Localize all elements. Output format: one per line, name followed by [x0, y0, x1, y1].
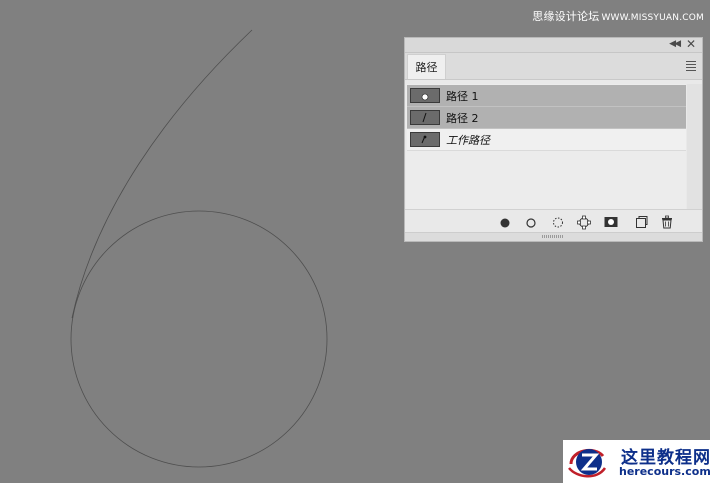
path-row-work[interactable]: 工作路径 [407, 129, 686, 151]
hollow-circle-icon [526, 218, 536, 228]
path-name: 路径 1 [446, 89, 479, 103]
filled-circle-icon [500, 218, 510, 228]
brand-logo-icon [568, 448, 607, 478]
add-mask-button[interactable] [603, 214, 619, 230]
grip-icon [542, 235, 564, 238]
brand-badge: 这里教程网 herecours.com [563, 440, 710, 483]
path-row-1[interactable]: 路径 1 [407, 85, 686, 107]
fill-path-button[interactable] [497, 214, 513, 230]
path-1-circle [70, 210, 328, 468]
brand-url: herecours.com [619, 465, 710, 478]
path-list[interactable]: 路径 1 路径 2 工作路径 [406, 84, 686, 209]
trash-icon [662, 215, 672, 229]
site-watermark: 思缘设计论坛 WWW.MISSYUAN.COM [532, 8, 704, 24]
panel-footer [405, 209, 702, 234]
load-as-selection-button[interactable] [550, 214, 566, 230]
watermark-url-text: WWW.MISSYUAN.COM [601, 13, 704, 23]
panel-resize-handle[interactable] [405, 232, 702, 241]
paths-panel: ◀◀ ✕ 路径 路径 1 路径 2 工作路径 [404, 37, 703, 242]
watermark-cn-text: 思缘设计论坛 [532, 10, 600, 23]
stroke-path-button[interactable] [523, 214, 539, 230]
double-chevron-left-icon[interactable]: ◀◀ [669, 39, 681, 49]
tab-paths[interactable]: 路径 [407, 54, 446, 79]
new-page-icon [636, 216, 648, 228]
line-path-thumbnail-icon [410, 110, 440, 125]
path-row-2[interactable]: 路径 2 [407, 107, 686, 129]
mask-icon [604, 217, 618, 227]
make-work-path-button[interactable] [576, 214, 592, 230]
path-name: 路径 2 [446, 111, 479, 125]
path-name: 工作路径 [446, 133, 490, 147]
work-path-thumbnail-icon [410, 132, 440, 147]
list-scrollbar[interactable] [687, 84, 702, 209]
delete-path-button[interactable] [659, 214, 675, 230]
dotted-circle-icon [553, 217, 563, 228]
path-from-selection-icon [577, 215, 591, 230]
close-icon[interactable]: ✕ [686, 37, 696, 51]
panel-menu-icon[interactable] [686, 61, 696, 73]
panel-titlebar[interactable]: ◀◀ ✕ [405, 37, 702, 53]
panel-tabbar: 路径 [405, 53, 702, 80]
new-path-button[interactable] [633, 214, 649, 230]
path-2-stroke [71, 29, 253, 319]
circle-path-thumbnail-icon [410, 88, 440, 103]
